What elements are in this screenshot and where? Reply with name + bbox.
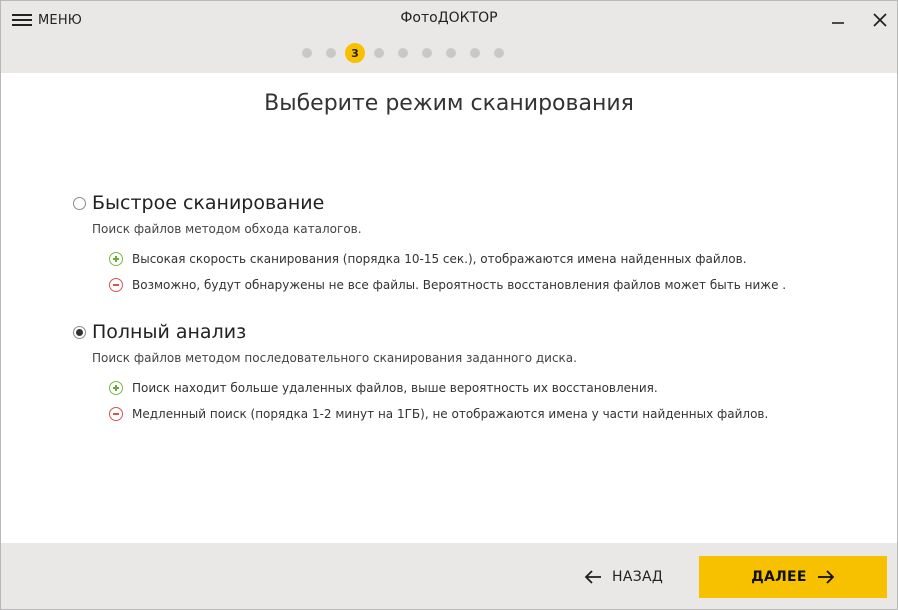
con-item: Возможно, будут обнаружены не все файлы.… [109, 277, 786, 293]
con-text: Возможно, будут обнаружены не все файлы.… [132, 278, 787, 292]
pro-item: Поиск находит больше удаленных файлов, в… [109, 380, 768, 396]
next-button[interactable]: ДАЛЕЕ [699, 556, 887, 598]
pro-text: Поиск находит больше удаленных файлов, в… [132, 381, 658, 395]
option-bullets: Высокая скорость сканирования (порядка 1… [109, 251, 786, 293]
pro-text: Высокая скорость сканирования (порядка 1… [132, 252, 747, 266]
con-text: Медленный поиск (порядка 1-2 минут на 1Г… [132, 407, 769, 421]
page-title: Выберите режим сканирования [264, 91, 634, 116]
footer-bar: НАЗАД ДАЛЕЕ [1, 543, 897, 609]
minimize-icon [832, 22, 844, 24]
arrow-right-icon [817, 570, 835, 584]
pro-item: Высокая скорость сканирования (порядка 1… [109, 251, 786, 267]
step-dot [446, 48, 456, 58]
option-description: Поиск файлов методом последовательного с… [92, 351, 577, 365]
plus-circle-icon [109, 381, 123, 395]
con-item: Медленный поиск (порядка 1-2 минут на 1Г… [109, 406, 768, 422]
plus-circle-icon [109, 252, 123, 266]
minimize-button[interactable] [827, 9, 849, 31]
step-current: 3 [345, 43, 365, 63]
option-bullets: Поиск находит больше удаленных файлов, в… [109, 380, 768, 422]
next-label: ДАЛЕЕ [751, 569, 807, 585]
step-dot [470, 48, 480, 58]
step-dot [374, 48, 384, 58]
back-button[interactable]: НАЗАД [584, 567, 663, 587]
step-dot [302, 48, 312, 58]
step-dot [398, 48, 408, 58]
option-title: Быстрое сканирование [92, 192, 325, 214]
quick-scan-radio-row[interactable]: Быстрое сканирование [73, 192, 786, 214]
minus-circle-icon [109, 278, 123, 292]
step-dot [326, 48, 336, 58]
title-bar: МЕНЮ ФотоДОКТОР 3 [1, 1, 897, 73]
option-full-analysis: Полный анализ Поиск файлов методом после… [73, 321, 768, 432]
option-title: Полный анализ [92, 321, 247, 343]
arrow-left-icon [584, 570, 601, 584]
close-button[interactable] [869, 9, 891, 31]
back-label: НАЗАД [612, 569, 664, 585]
step-dot [422, 48, 432, 58]
option-description: Поиск файлов методом обхода каталогов. [92, 222, 362, 236]
option-quick-scan: Быстрое сканирование Поиск файлов методо… [73, 192, 786, 303]
minus-circle-icon [109, 407, 123, 421]
step-dot [494, 48, 504, 58]
step-indicator: 3 [1, 43, 897, 63]
app-title: ФотоДОКТОР [400, 10, 498, 26]
quick-scan-radio[interactable] [73, 196, 86, 210]
close-icon [873, 13, 887, 27]
app-window: МЕНЮ ФотоДОКТОР 3 Выберите режим сканиро… [0, 0, 898, 610]
full-analysis-radio[interactable] [73, 325, 86, 339]
full-analysis-radio-row[interactable]: Полный анализ [73, 321, 768, 343]
